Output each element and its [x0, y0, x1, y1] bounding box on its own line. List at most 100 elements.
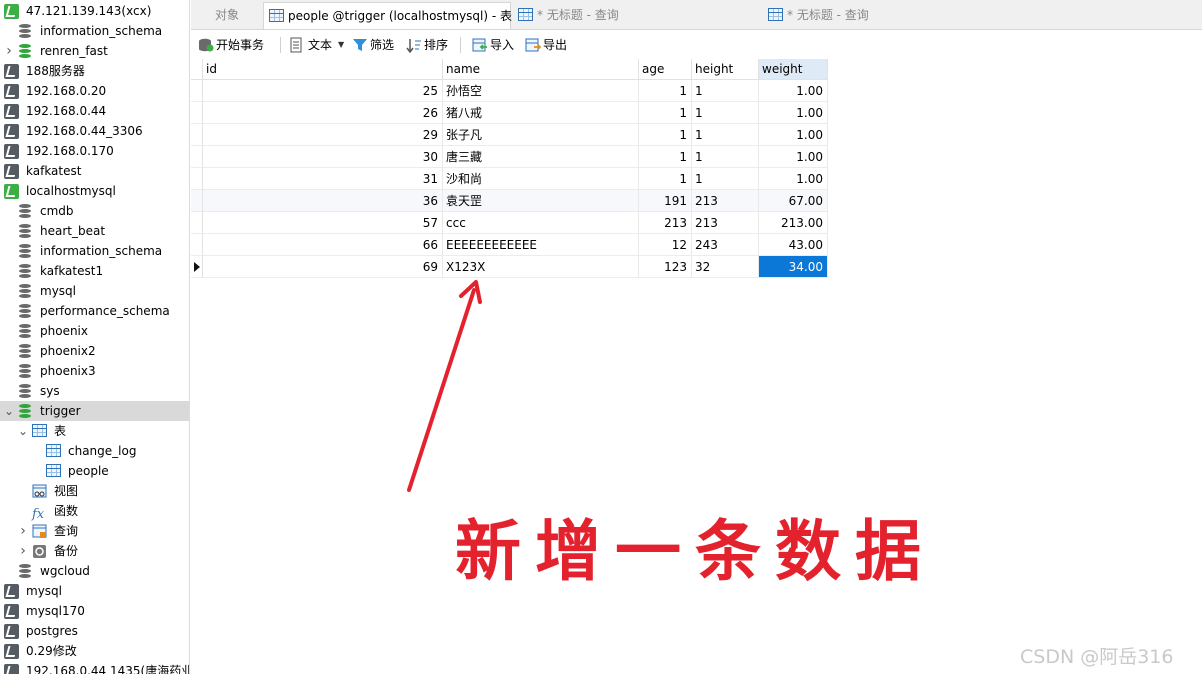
- column-header-id[interactable]: id: [203, 59, 443, 80]
- tree-item[interactable]: 192.168.0.20: [0, 81, 189, 101]
- cell-age[interactable]: 1: [639, 168, 692, 190]
- cell-name[interactable]: ccc: [443, 212, 639, 234]
- tab-people-table[interactable]: people @trigger (localhostmysql) - 表: [263, 2, 512, 29]
- cell-height[interactable]: 213: [692, 212, 759, 234]
- filter-button[interactable]: 筛选: [352, 35, 398, 55]
- tree-item[interactable]: 192.168.0.44 1435(唐海药业): [0, 661, 189, 674]
- sort-button[interactable]: 排序: [406, 35, 452, 55]
- tree-item[interactable]: 0.29修改: [0, 641, 189, 661]
- tab-untitled-query-2[interactable]: * 无标题 - 查询: [763, 2, 1011, 29]
- cell-age[interactable]: 12: [639, 234, 692, 256]
- row-selector[interactable]: [191, 80, 203, 102]
- tree-item[interactable]: 视图: [0, 481, 189, 501]
- table-row[interactable]: 36 袁天罡 191 213 67.00: [191, 190, 828, 212]
- tree-item[interactable]: fx 函数: [0, 501, 189, 522]
- cell-name[interactable]: X123X: [443, 256, 639, 278]
- tree-item[interactable]: 47.121.139.143(xcx): [0, 1, 189, 21]
- row-selector[interactable]: [191, 190, 203, 212]
- cell-name[interactable]: 猪八戒: [443, 102, 639, 124]
- row-selector[interactable]: [191, 212, 203, 234]
- tree-item[interactable]: information_schema: [0, 21, 189, 41]
- table-row[interactable]: 25 孙悟空 1 1 1.00: [191, 80, 828, 102]
- cell-height[interactable]: 1: [692, 80, 759, 102]
- table-row[interactable]: 57 ccc 213 213 213.00: [191, 212, 828, 234]
- cell-age[interactable]: 1: [639, 102, 692, 124]
- column-header-height[interactable]: height: [692, 59, 759, 80]
- column-header-weight[interactable]: weight: [759, 59, 828, 80]
- cell-weight[interactable]: 1.00: [759, 168, 828, 190]
- cell-id[interactable]: 69: [203, 256, 443, 278]
- table-row[interactable]: 29 张子凡 1 1 1.00: [191, 124, 828, 146]
- cell-id[interactable]: 29: [203, 124, 443, 146]
- text-view-button[interactable]: 文本 ▼: [288, 35, 344, 55]
- cell-id[interactable]: 31: [203, 168, 443, 190]
- cell-name[interactable]: EEEEEEEEEEEE: [443, 234, 639, 256]
- tree-item[interactable]: › 备份: [0, 541, 189, 561]
- tree-item[interactable]: ⌄ trigger: [0, 401, 189, 421]
- chevron-down-icon[interactable]: ⌄: [18, 421, 28, 441]
- cell-height[interactable]: 1: [692, 146, 759, 168]
- begin-transaction-button[interactable]: 开始事务: [198, 35, 278, 55]
- tree-item[interactable]: phoenix3: [0, 361, 189, 381]
- tree-item[interactable]: phoenix: [0, 321, 189, 341]
- tab-objects[interactable]: 对象: [203, 2, 263, 29]
- table-row[interactable]: 31 沙和尚 1 1 1.00: [191, 168, 828, 190]
- tab-untitled-query-1[interactable]: * 无标题 - 查询: [513, 2, 761, 29]
- cell-weight[interactable]: 1.00: [759, 102, 828, 124]
- tree-item[interactable]: postgres: [0, 621, 189, 641]
- current-row-indicator[interactable]: [191, 256, 203, 278]
- cell-age[interactable]: 1: [639, 124, 692, 146]
- cell-age[interactable]: 213: [639, 212, 692, 234]
- tree-item[interactable]: kafkatest1: [0, 261, 189, 281]
- cell-weight[interactable]: 1.00: [759, 80, 828, 102]
- tree-item[interactable]: 192.168.0.44: [0, 101, 189, 121]
- table-row[interactable]: 66 EEEEEEEEEEEE 12 243 43.00: [191, 234, 828, 256]
- cell-id[interactable]: 36: [203, 190, 443, 212]
- tree-item[interactable]: 192.168.0.44_3306: [0, 121, 189, 141]
- row-selector[interactable]: [191, 102, 203, 124]
- chevron-down-icon[interactable]: ⌄: [4, 401, 14, 421]
- tree-item[interactable]: heart_beat: [0, 221, 189, 241]
- tree-item[interactable]: 188服务器: [0, 61, 189, 81]
- cell-weight[interactable]: 1.00: [759, 124, 828, 146]
- cell-age[interactable]: 1: [639, 146, 692, 168]
- cell-weight[interactable]: 67.00: [759, 190, 828, 212]
- cell-height[interactable]: 32: [692, 256, 759, 278]
- tree-item[interactable]: performance_schema: [0, 301, 189, 321]
- tree-item[interactable]: wgcloud: [0, 561, 189, 581]
- cell-name[interactable]: 沙和尚: [443, 168, 639, 190]
- row-selector[interactable]: [191, 124, 203, 146]
- import-button[interactable]: 导入: [472, 35, 518, 55]
- tree-item[interactable]: ⌄ 表: [0, 421, 189, 441]
- tree-item[interactable]: kafkatest: [0, 161, 189, 181]
- row-selector[interactable]: [191, 146, 203, 168]
- cell-id[interactable]: 26: [203, 102, 443, 124]
- cell-id[interactable]: 66: [203, 234, 443, 256]
- column-header-name[interactable]: name: [443, 59, 639, 80]
- cell-height[interactable]: 1: [692, 102, 759, 124]
- cell-age[interactable]: 1: [639, 80, 692, 102]
- tree-item[interactable]: › 查询: [0, 521, 189, 541]
- cell-name[interactable]: 孙悟空: [443, 80, 639, 102]
- cell-name[interactable]: 袁天罡: [443, 190, 639, 212]
- chevron-right-icon[interactable]: ›: [18, 521, 28, 541]
- tree-item[interactable]: › renren_fast: [0, 41, 189, 61]
- tree-item[interactable]: localhostmysql: [0, 181, 189, 201]
- cell-weight[interactable]: 213.00: [759, 212, 828, 234]
- cell-weight[interactable]: 1.00: [759, 146, 828, 168]
- cell-height[interactable]: 243: [692, 234, 759, 256]
- cell-age[interactable]: 191: [639, 190, 692, 212]
- row-selector[interactable]: [191, 168, 203, 190]
- tree-item[interactable]: information_schema: [0, 241, 189, 261]
- tree-item[interactable]: mysql: [0, 581, 189, 601]
- tree-item[interactable]: phoenix2: [0, 341, 189, 361]
- cell-height[interactable]: 1: [692, 168, 759, 190]
- table-row[interactable]: 69 X123X 123 32 34.00: [191, 256, 828, 278]
- tree-item[interactable]: 192.168.0.170: [0, 141, 189, 161]
- column-header-age[interactable]: age: [639, 59, 692, 80]
- tree-item[interactable]: people: [0, 461, 189, 481]
- tree-item[interactable]: cmdb: [0, 201, 189, 221]
- table-row[interactable]: 30 唐三藏 1 1 1.00: [191, 146, 828, 168]
- tree-item[interactable]: mysql170: [0, 601, 189, 621]
- cell-id[interactable]: 25: [203, 80, 443, 102]
